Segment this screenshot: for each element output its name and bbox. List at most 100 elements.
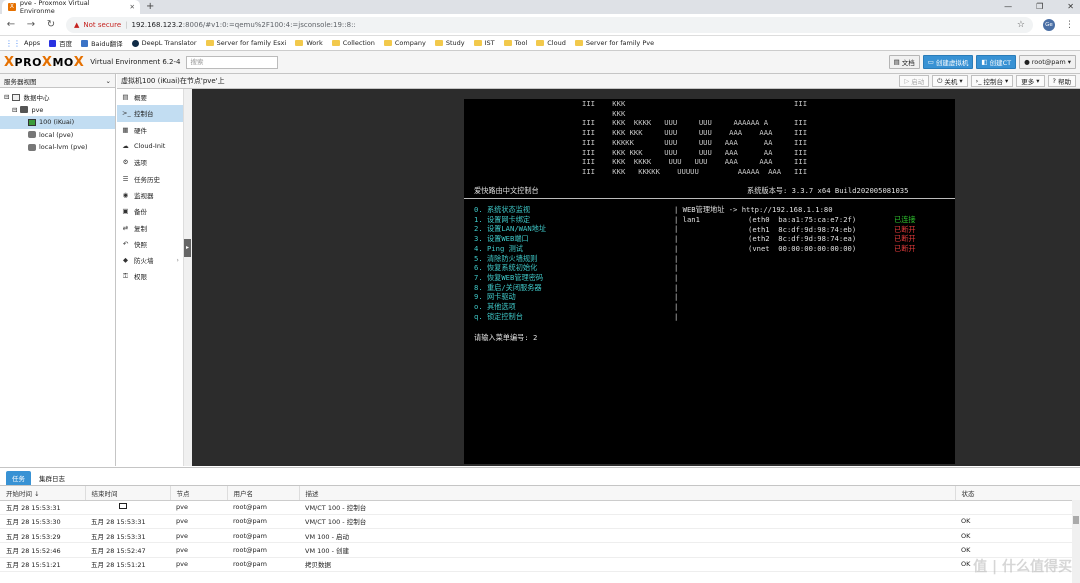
- console-menu-item: 6. 恢复系统初始化: [474, 263, 538, 273]
- browser-tab[interactable]: X pve - Proxmox Virtual Environme ✕: [2, 0, 140, 15]
- more-button[interactable]: 更多 ▾: [1016, 75, 1045, 87]
- menu-item-cloud-init[interactable]: ☁ Cloud-Init: [117, 138, 183, 154]
- new-tab-button[interactable]: +: [146, 0, 154, 13]
- profile-avatar[interactable]: Ge: [1043, 18, 1055, 31]
- menu-item-backup[interactable]: ▣ 备份: [117, 203, 183, 219]
- banner-line: III KKK KKKKK UUUUU AAAAA AAA III: [582, 166, 808, 176]
- bookmark-baidu[interactable]: 百度: [49, 38, 72, 48]
- menu-item-hardware[interactable]: ▦ 硬件: [117, 122, 183, 138]
- console-menu-item: 0. 系统状态监视: [474, 205, 531, 214]
- menu-item-console[interactable]: >_ 控制台: [117, 105, 183, 122]
- folder-icon: [536, 40, 545, 46]
- close-tab-icon[interactable]: ✕: [130, 3, 135, 11]
- forward-icon[interactable]: →: [26, 19, 36, 30]
- bookmark-star-icon[interactable]: ☆: [1017, 20, 1025, 30]
- column-header[interactable]: 开始时间 ↓: [0, 486, 86, 501]
- menu-item-task-history[interactable]: ☰ 任务历史: [117, 170, 183, 186]
- table-cell-desc: VM 100 - 创建: [299, 542, 955, 558]
- menu-item-monitor[interactable]: ◉ 监视器: [117, 187, 183, 203]
- bookmark-folder[interactable]: Work: [295, 39, 323, 47]
- table-row[interactable]: 五月 28 15:52:46 五月 28 15:52:47 pve root@pam V…: [0, 542, 1080, 558]
- url-input[interactable]: ▲ Not secure | 192.168.123.2:8006/#v1:0:…: [66, 16, 1033, 33]
- start-button[interactable]: ▷ 启动: [899, 75, 930, 87]
- scrollbar[interactable]: [1072, 500, 1080, 583]
- bookmark-apps[interactable]: ⋮⋮ Apps: [5, 39, 40, 48]
- docs-button[interactable]: ▤ 文档: [888, 55, 920, 69]
- user-menu-button[interactable]: ● root@pam ▾: [1019, 55, 1076, 69]
- create-ct-button[interactable]: ◧ 创建CT: [976, 55, 1017, 69]
- console-menu-item: 4. Ping 测试: [474, 243, 523, 253]
- table-row[interactable]: 五月 28 15:53:31 pve root@pam VM/CT 100 - 控制台: [0, 500, 1080, 515]
- collapse-icon[interactable]: ⊟: [12, 106, 17, 114]
- console-menu-item: o. 其他选项: [474, 302, 516, 311]
- search-input[interactable]: 搜索: [186, 55, 279, 69]
- close-window-icon[interactable]: ✕: [1067, 0, 1074, 13]
- nic-status: 已断开: [894, 224, 916, 234]
- nic-row: (eth0 ba:a1:75:ca:e7:2f) 已连接: [748, 215, 916, 224]
- help-button[interactable]: ? 帮助: [1047, 75, 1076, 87]
- console-area[interactable]: III KKK III KKK III KKK KKKK UUU UUU AAA…: [192, 89, 1080, 466]
- shutdown-button[interactable]: ⏻ 关机 ▾: [932, 75, 968, 87]
- menu-item-options[interactable]: ⚙ 选项: [117, 154, 183, 170]
- terminal-screen[interactable]: III KKK III KKK III KKK KKKK UUU UUU AAA…: [464, 99, 955, 464]
- minimize-icon[interactable]: —: [1004, 0, 1012, 13]
- bookmark-folder[interactable]: Server for family Esxi: [205, 39, 286, 47]
- tree-item-storage-local[interactable]: local (pve): [0, 129, 115, 142]
- collapse-icon[interactable]: ⊟: [4, 93, 9, 101]
- monitor-icon: [119, 503, 127, 510]
- menu-item-snapshots[interactable]: ↶ 快照: [117, 236, 183, 252]
- create-vm-button[interactable]: ▭ 创建虚拟机: [922, 55, 974, 69]
- console-button[interactable]: ›_ 控制台 ▾: [970, 75, 1014, 87]
- bookmark-baidu-translate[interactable]: Baidu翻译: [81, 38, 123, 48]
- column-header[interactable]: 描述: [299, 486, 956, 501]
- collapse-arrow-icon[interactable]: ▸: [184, 239, 191, 257]
- column-header[interactable]: 状态: [955, 486, 1080, 501]
- collapse-splitter[interactable]: ▸: [184, 89, 192, 466]
- tree-item-vm[interactable]: 100 (iKuai): [0, 116, 115, 129]
- table-row[interactable]: 五月 28 15:51:21 五月 28 15:51:21 pve root@pam 拷…: [0, 557, 1080, 572]
- tree-item-node[interactable]: ⊟ pve: [0, 104, 115, 117]
- reload-icon[interactable]: ↻: [46, 19, 56, 30]
- table-row[interactable]: 五月 28 15:53:29 五月 28 15:53:31 pve root@pam V…: [0, 528, 1080, 544]
- tab-cluster-log[interactable]: 集群日志: [33, 471, 71, 485]
- menu-item-replication[interactable]: ⇄ 复制: [117, 219, 183, 235]
- bookmark-folder[interactable]: Tool: [503, 39, 528, 47]
- table-cell-start: 五月 28 15:53:30: [0, 514, 85, 530]
- address-bar-row: ← → ↻ ▲ Not secure | 192.168.123.2:8006/…: [0, 14, 1080, 36]
- back-icon[interactable]: ←: [6, 19, 16, 30]
- bookmark-folder[interactable]: Collection: [331, 39, 375, 47]
- menu-dots-icon[interactable]: ⋮: [1065, 20, 1074, 30]
- view-selector[interactable]: 服务器视图 ⌄: [0, 74, 115, 88]
- column-header[interactable]: 用户名: [227, 486, 300, 501]
- table-row[interactable]: 五月 28 15:53:30 五月 28 15:53:31 pve root@pam V…: [0, 514, 1080, 530]
- column-header[interactable]: 结束时间: [85, 486, 171, 501]
- bookmark-folder[interactable]: Study: [434, 39, 465, 47]
- table-cell-user: root@pam: [227, 528, 299, 544]
- scrollbar-thumb[interactable]: [1073, 516, 1079, 524]
- tree-item-datacenter[interactable]: ⊟ 数据中心: [0, 91, 115, 104]
- retweet-icon: ⇄: [122, 223, 129, 232]
- banner-line: III KKK III: [582, 99, 808, 108]
- pipe-separator: |: [674, 263, 679, 273]
- menu-item-firewall[interactable]: ◆ 防火墙 ›: [117, 252, 183, 268]
- pipe-separator: |: [674, 243, 679, 253]
- restore-icon[interactable]: ❐: [1036, 0, 1043, 13]
- apps-grid-icon: ⋮⋮: [5, 38, 21, 48]
- column-header[interactable]: 节点: [170, 486, 228, 501]
- bookmark-label: Tool: [514, 39, 528, 47]
- user-icon: ●: [1024, 58, 1030, 66]
- bookmark-folder[interactable]: Company: [383, 39, 426, 47]
- folder-icon: [383, 40, 392, 46]
- tab-tasks[interactable]: 任务: [6, 471, 31, 485]
- menu-item-permissions[interactable]: ⚿ 权限: [117, 268, 183, 284]
- bookmark-folder[interactable]: Cloud: [536, 39, 566, 47]
- console-menu-item: 2. 设置LAN/WAN地址: [474, 224, 547, 234]
- bookmark-folder[interactable]: IST: [473, 39, 495, 47]
- tree-item-storage-lvm[interactable]: local-lvm (pve): [0, 141, 115, 154]
- menu-item-summary[interactable]: ▤ 概要: [117, 89, 183, 105]
- pipe-separator: |: [674, 234, 679, 244]
- storage-icon: [28, 143, 36, 151]
- bookmark-deepl[interactable]: DeepL Translator: [131, 39, 197, 47]
- bookmark-folder[interactable]: Server for family Pve: [574, 39, 654, 47]
- list-icon: ☰: [122, 174, 129, 183]
